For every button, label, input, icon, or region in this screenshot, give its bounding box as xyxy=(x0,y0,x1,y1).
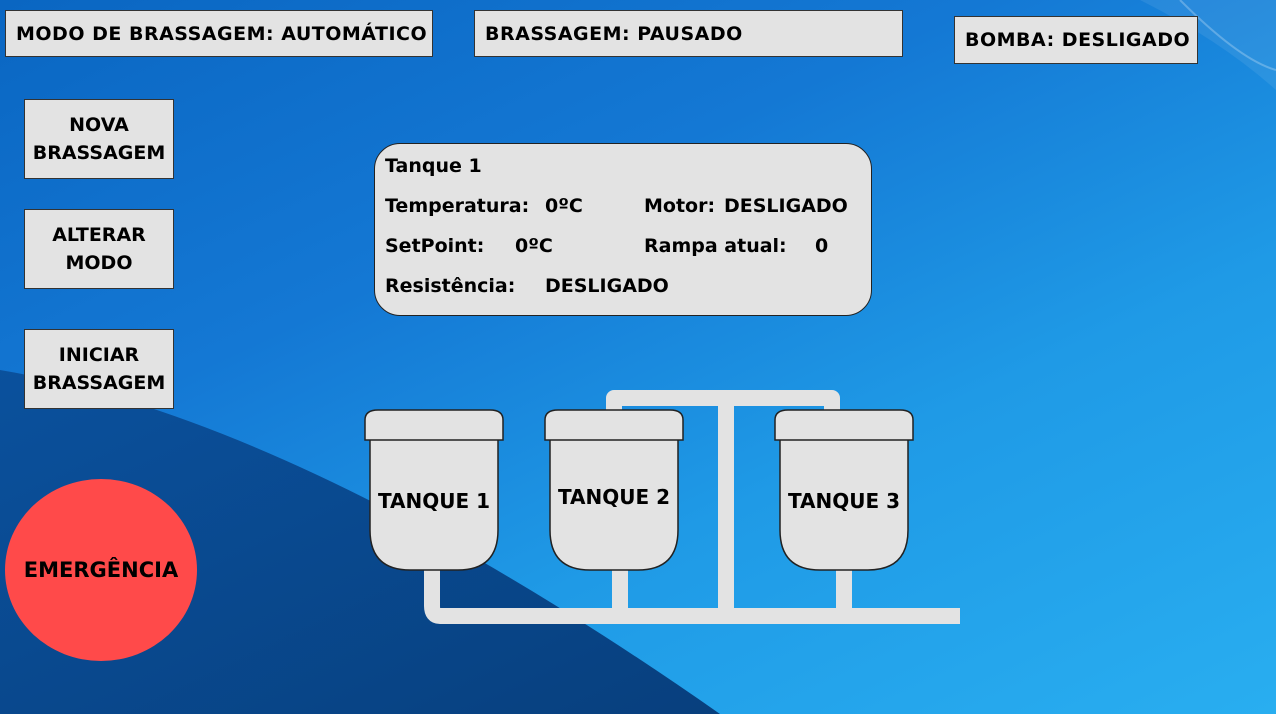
motor-label: Motor: xyxy=(644,195,716,217)
resistance-value: DESLIGADO xyxy=(545,275,669,297)
tank-3[interactable] xyxy=(774,409,914,571)
tank-1[interactable] xyxy=(364,409,504,571)
setpoint-label: SetPoint: xyxy=(385,235,485,257)
setpoint-value: 0ºC xyxy=(515,235,553,257)
brewing-status: BRASSAGEM: PAUSADO xyxy=(474,10,903,57)
motor-value: DESLIGADO xyxy=(724,195,848,217)
emergency-button[interactable]: EMERGÊNCIA xyxy=(5,479,197,661)
ramp-value: 0 xyxy=(815,235,829,257)
temperature-label: Temperatura: xyxy=(385,195,530,217)
resistance-label: Resistência: xyxy=(385,275,516,297)
mode-status: MODO DE BRASSAGEM: AUTOMÁTICO xyxy=(5,10,433,57)
tank-2[interactable] xyxy=(544,409,684,571)
start-brewing-button[interactable]: INICIAR BRASSAGEM xyxy=(24,329,174,409)
temperature-value: 0ºC xyxy=(545,195,583,217)
tank-info-panel: Tanque 1 Temperatura: 0ºC Motor: DESLIGA… xyxy=(374,143,872,316)
new-brewing-button[interactable]: NOVA BRASSAGEM xyxy=(24,99,174,179)
ramp-label: Rampa atual: xyxy=(644,235,787,257)
pump-status: BOMBA: DESLIGADO xyxy=(954,16,1198,64)
background-shapes xyxy=(0,0,1276,714)
panel-title: Tanque 1 xyxy=(385,155,482,177)
alter-mode-button[interactable]: ALTERAR MODO xyxy=(24,209,174,289)
